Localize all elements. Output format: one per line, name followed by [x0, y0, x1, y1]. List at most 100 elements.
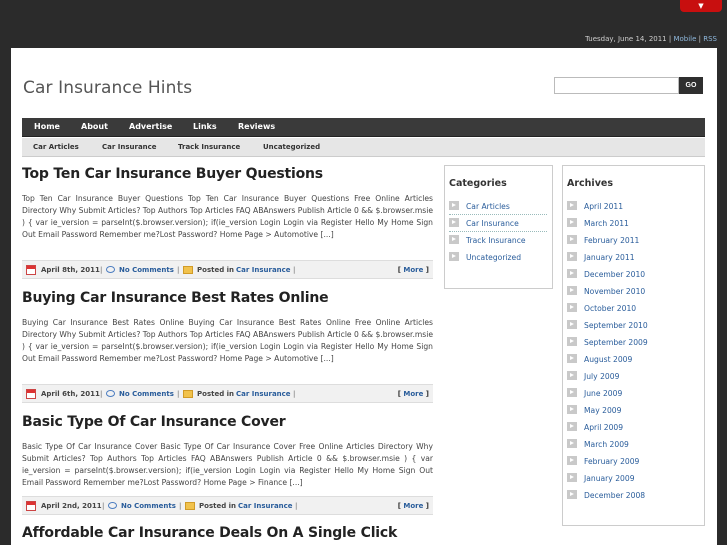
post-meta: April 2nd, 2011 | No Comments | Posted i… [22, 496, 433, 515]
archive-item-label: April 2009 [584, 423, 624, 432]
rss-link[interactable]: RSS [703, 35, 717, 43]
archive-item[interactable]: February 2009 [567, 453, 665, 470]
posted-in-label: Posted in [199, 502, 237, 510]
archive-item-label: December 2010 [584, 270, 646, 279]
post-date: April 6th, 2011 [41, 390, 100, 398]
archive-item[interactable]: July 2009 [567, 368, 665, 385]
arrow-right-icon [567, 354, 577, 363]
arrow-right-icon [567, 439, 577, 448]
archive-item[interactable]: May 2009 [567, 402, 665, 419]
archive-item[interactable]: March 2009 [567, 436, 665, 453]
archives-title: Archives [567, 178, 613, 189]
archive-item-label: November 2010 [584, 287, 646, 296]
search-button[interactable]: GO [679, 77, 703, 94]
comment-icon [106, 390, 115, 397]
arrow-right-icon [567, 371, 577, 380]
calendar-icon [26, 265, 36, 275]
archive-item-label: May 2009 [584, 406, 622, 415]
archive-item-label: June 2009 [584, 389, 623, 398]
archive-item[interactable]: December 2010 [567, 266, 665, 283]
archive-item-label: January 2011 [584, 253, 635, 262]
archive-item[interactable]: September 2009 [567, 334, 665, 351]
arrow-right-icon [567, 490, 577, 499]
archive-item-label: March 2011 [584, 219, 629, 228]
nav-item-reviews[interactable]: Reviews [238, 122, 275, 131]
post-category-link[interactable]: Car Insurance [238, 502, 293, 510]
nav-item-advertise[interactable]: Advertise [129, 122, 172, 131]
comment-icon [106, 266, 115, 273]
arrow-right-icon [567, 473, 577, 482]
post: Affordable Car Insurance Deals On A Sing… [22, 525, 433, 541]
archive-item-label: April 2011 [584, 202, 624, 211]
post-title[interactable]: Affordable Car Insurance Deals On A Sing… [22, 525, 433, 541]
mobile-link[interactable]: Mobile [673, 35, 696, 43]
archive-item[interactable]: June 2009 [567, 385, 665, 402]
calendar-icon [26, 389, 36, 399]
read-more-link[interactable]: [ More ] [398, 266, 429, 274]
search-input[interactable] [554, 77, 679, 94]
arrow-right-icon [567, 405, 577, 414]
archive-item[interactable]: October 2010 [567, 300, 665, 317]
arrow-right-icon [567, 235, 577, 244]
post-excerpt: Basic Type Of Car Insurance Cover Basic … [22, 442, 433, 488]
archive-item[interactable]: March 2011 [567, 215, 665, 232]
archive-item[interactable]: September 2010 [567, 317, 665, 334]
archive-item-label: October 2010 [584, 304, 637, 313]
nav-item-home[interactable]: Home [34, 122, 60, 131]
comments-link[interactable]: No Comments [121, 502, 176, 510]
read-more-link[interactable]: [ More ] [398, 390, 429, 398]
archive-item[interactable]: January 2009 [567, 470, 665, 487]
subnav-item-uncategorized[interactable]: Uncategorized [263, 143, 320, 151]
archive-item[interactable]: December 2008 [567, 487, 665, 504]
posted-in-label: Posted in [197, 266, 235, 274]
comments-link[interactable]: No Comments [119, 266, 174, 274]
archive-item[interactable]: August 2009 [567, 351, 665, 368]
post: Basic Type Of Car Insurance Cover Basic … [22, 414, 433, 515]
archive-item-label: March 2009 [584, 440, 629, 449]
arrow-right-icon [449, 218, 459, 227]
post-title[interactable]: Buying Car Insurance Best Rates Online [22, 290, 433, 306]
arrow-right-icon [567, 286, 577, 295]
arrow-right-icon [449, 201, 459, 210]
site-title[interactable]: Car Insurance Hints [23, 78, 192, 98]
archive-item[interactable]: November 2010 [567, 283, 665, 300]
archive-item-label: February 2011 [584, 236, 640, 245]
main-nav: Home About Advertise Links Reviews [22, 118, 705, 137]
comments-link[interactable]: No Comments [119, 390, 174, 398]
page-container: Car Insurance Hints GO Home About Advert… [11, 48, 717, 545]
post-category-link[interactable]: Car Insurance [236, 266, 291, 274]
folder-icon [183, 266, 193, 274]
posted-in-label: Posted in [197, 390, 235, 398]
archive-item[interactable]: April 2011 [567, 198, 665, 215]
archive-item[interactable]: February 2011 [567, 232, 665, 249]
category-item[interactable]: Car Insurance [449, 215, 547, 232]
categories-title: Categories [449, 178, 507, 189]
archive-item-label: January 2009 [584, 474, 635, 483]
subnav-item-track-insurance[interactable]: Track Insurance [178, 143, 240, 151]
categories-widget: Categories Car Articles Car Insurance Tr… [444, 165, 553, 289]
archive-item-label: July 2009 [584, 372, 620, 381]
post-meta: April 6th, 2011 | No Comments | Posted i… [22, 384, 433, 403]
read-more-link[interactable]: [ More ] [398, 502, 429, 510]
nav-item-about[interactable]: About [81, 122, 108, 131]
category-item-label: Car Articles [466, 202, 510, 211]
post-title[interactable]: Basic Type Of Car Insurance Cover [22, 414, 433, 430]
current-date: Tuesday, June 14, 2011 | [585, 35, 674, 43]
post-category-link[interactable]: Car Insurance [236, 390, 291, 398]
archive-item[interactable]: January 2011 [567, 249, 665, 266]
dropdown-tab[interactable]: ▼ [680, 0, 722, 12]
archive-item[interactable]: April 2009 [567, 419, 665, 436]
category-item-label: Uncategorized [466, 253, 522, 262]
category-item[interactable]: Uncategorized [449, 249, 547, 266]
post: Top Ten Car Insurance Buyer Questions To… [22, 166, 433, 279]
post-title[interactable]: Top Ten Car Insurance Buyer Questions [22, 166, 433, 182]
category-item[interactable]: Car Articles [449, 198, 547, 215]
nav-item-links[interactable]: Links [193, 122, 217, 131]
post-excerpt: Buying Car Insurance Best Rates Online B… [22, 318, 433, 364]
category-item[interactable]: Track Insurance [449, 232, 547, 249]
arrow-right-icon [449, 235, 459, 244]
subnav-item-car-insurance[interactable]: Car Insurance [102, 143, 157, 151]
calendar-icon [26, 501, 36, 511]
subnav-item-car-articles[interactable]: Car Articles [33, 143, 79, 151]
post-date: April 8th, 2011 [41, 266, 100, 274]
